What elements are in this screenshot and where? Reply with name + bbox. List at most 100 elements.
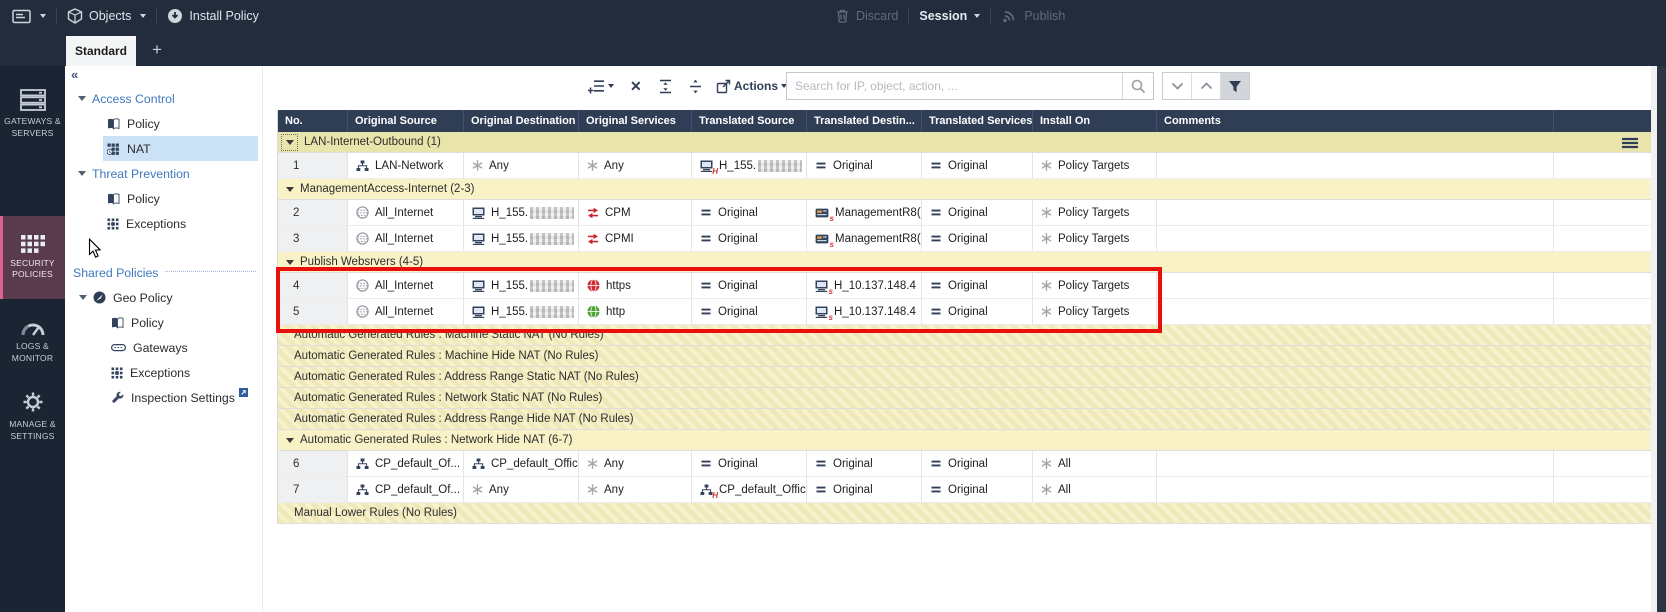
comments-cell[interactable] bbox=[1157, 477, 1554, 502]
expander-triangle-icon[interactable] bbox=[79, 295, 87, 300]
add-rule-button[interactable] bbox=[587, 72, 614, 100]
tree-item-policy[interactable]: Policy bbox=[65, 111, 258, 136]
section-row-automatic-generated-rules-address-range-static-nat-no-rules[interactable]: Automatic Generated Rules : Address Rang… bbox=[278, 367, 1652, 388]
section-row-publish-websrvers-4-5[interactable]: Publish Websrvers (4-5) bbox=[278, 252, 1652, 273]
rule-cell[interactable]: http bbox=[579, 299, 692, 324]
app-menu-button[interactable] bbox=[12, 9, 46, 24]
section-row-automatic-generated-rules-machine-static-nat-no-rules[interactable]: Automatic Generated Rules : Machine Stat… bbox=[278, 325, 1652, 346]
previous-match-button[interactable] bbox=[1192, 73, 1221, 99]
section-row-automatic-generated-rules-address-range-hide-nat-no-rules[interactable]: Automatic Generated Rules : Address Rang… bbox=[278, 409, 1652, 430]
rule-row-7[interactable]: 7 CP_default_Of... Any Any H CP_default_Offic… bbox=[278, 477, 1652, 503]
tree-item-threat-prevention[interactable]: Threat Prevention bbox=[65, 161, 258, 186]
tree-item-inspection-settings[interactable]: Inspection Settings bbox=[65, 385, 258, 410]
comments-cell[interactable] bbox=[1157, 226, 1554, 251]
sidebar-item-logs-monitor[interactable]: LOGS & MONITOR bbox=[0, 310, 65, 374]
rule-cell[interactable]: Any bbox=[464, 477, 579, 502]
rule-number-cell[interactable]: 5 bbox=[278, 299, 348, 324]
publish-button[interactable]: Publish bbox=[1001, 8, 1065, 24]
rule-cell[interactable]: Original bbox=[692, 226, 807, 251]
rule-cell[interactable]: Original bbox=[692, 273, 807, 298]
rule-cell[interactable]: Original bbox=[922, 299, 1033, 324]
tree-item-exceptions[interactable]: Exceptions bbox=[65, 360, 258, 385]
column-header-translated-source[interactable]: Translated Source bbox=[692, 110, 807, 132]
section-expander-icon[interactable] bbox=[286, 186, 294, 192]
section-row-automatic-generated-rules-machine-hide-nat-no-rules[interactable]: Automatic Generated Rules : Machine Hide… bbox=[278, 346, 1652, 367]
section-row-lan-internet-outbound-1[interactable]: LAN-Internet-Outbound (1) bbox=[278, 132, 1652, 153]
discard-button[interactable]: Discard bbox=[835, 8, 898, 24]
empty-cell[interactable] bbox=[1554, 200, 1652, 225]
rule-cell[interactable]: Any bbox=[579, 153, 692, 178]
comments-cell[interactable] bbox=[1157, 299, 1554, 324]
rule-cell[interactable]: All_Internet bbox=[348, 226, 464, 251]
column-header-no[interactable]: No. bbox=[278, 110, 348, 132]
comments-cell[interactable] bbox=[1157, 200, 1554, 225]
rule-cell[interactable]: Original bbox=[922, 153, 1033, 178]
comments-cell[interactable] bbox=[1157, 153, 1554, 178]
rule-row-3[interactable]: 3 All_Internet H_155. CPMI Original s Manageme… bbox=[278, 226, 1652, 252]
empty-cell[interactable] bbox=[1554, 299, 1652, 324]
section-expander-icon[interactable] bbox=[285, 139, 294, 145]
rule-cell[interactable]: Original bbox=[692, 299, 807, 324]
section-row-automatic-generated-rules-network-static-nat-no-rules[interactable]: Automatic Generated Rules : Network Stat… bbox=[278, 388, 1652, 409]
filter-button[interactable] bbox=[1221, 73, 1249, 99]
sidebar-item-gateways-servers[interactable]: GATEWAYS & SERVERS bbox=[0, 80, 65, 148]
rule-cell[interactable]: Any bbox=[579, 451, 692, 476]
rule-cell[interactable]: Policy Targets bbox=[1033, 153, 1157, 178]
expand-sections-button[interactable] bbox=[658, 72, 673, 100]
empty-cell[interactable] bbox=[1554, 226, 1652, 251]
tree-item-policy[interactable]: Policy bbox=[65, 310, 258, 335]
expander-triangle-icon[interactable] bbox=[78, 171, 86, 176]
rule-cell[interactable]: All_Internet bbox=[348, 200, 464, 225]
tab-standard[interactable]: Standard bbox=[66, 36, 136, 66]
rule-cell[interactable]: Any bbox=[579, 477, 692, 502]
search-input[interactable] bbox=[787, 73, 1122, 99]
rule-row-1[interactable]: 1 LAN-Network Any Any H H_155. Original Origina… bbox=[278, 153, 1652, 179]
rule-cell[interactable]: Policy Targets bbox=[1033, 226, 1157, 251]
rule-cell[interactable]: H_155. bbox=[464, 226, 579, 251]
rule-cell[interactable]: CPMI bbox=[579, 226, 692, 251]
section-expander-focus-box[interactable] bbox=[281, 133, 298, 151]
rule-cell[interactable]: H_155. bbox=[464, 273, 579, 298]
rule-cell[interactable]: All_Internet bbox=[348, 299, 464, 324]
rule-number-cell[interactable]: 3 bbox=[278, 226, 348, 251]
collapse-sections-button[interactable] bbox=[688, 72, 703, 100]
rule-cell[interactable]: Original bbox=[922, 477, 1033, 502]
rule-cell[interactable]: Original bbox=[807, 451, 922, 476]
rule-cell[interactable]: Policy Targets bbox=[1033, 273, 1157, 298]
objects-menu-button[interactable]: Objects bbox=[67, 8, 147, 24]
rule-cell[interactable]: Policy Targets bbox=[1033, 299, 1157, 324]
column-header-original-destination[interactable]: Original Destination bbox=[464, 110, 579, 132]
rule-cell[interactable]: CP_default_Offic bbox=[464, 451, 579, 476]
tree-item-access-control[interactable]: Access Control bbox=[65, 86, 258, 111]
tree-item-policy[interactable]: Policy bbox=[65, 186, 258, 211]
rule-cell[interactable]: LAN-Network bbox=[348, 153, 464, 178]
rule-cell[interactable]: Original bbox=[807, 153, 922, 178]
expander-triangle-icon[interactable] bbox=[78, 96, 86, 101]
tree-item-gateways[interactable]: Gateways bbox=[65, 335, 258, 360]
column-header-install-on[interactable]: Install On bbox=[1033, 110, 1157, 132]
rule-cell[interactable]: CP_default_Of... bbox=[348, 451, 464, 476]
rule-cell[interactable]: Policy Targets bbox=[1033, 200, 1157, 225]
rule-cell[interactable]: Original bbox=[922, 451, 1033, 476]
section-row-managementaccess-internet-2-3[interactable]: ManagementAccess-Internet (2-3) bbox=[278, 179, 1652, 200]
rule-cell[interactable]: H_155. bbox=[464, 299, 579, 324]
section-expander-icon[interactable] bbox=[286, 259, 294, 265]
rule-cell[interactable]: All bbox=[1033, 477, 1157, 502]
rule-cell[interactable]: H H_155. bbox=[692, 153, 807, 178]
rule-cell[interactable]: Original bbox=[807, 477, 922, 502]
rule-row-6[interactable]: 6 CP_default_Of... CP_default_Offic Any Orig… bbox=[278, 451, 1652, 477]
sidebar-item-manage-settings[interactable]: MANAGE & SETTINGS bbox=[0, 384, 65, 448]
delete-rule-button[interactable]: ✕ bbox=[630, 72, 642, 100]
empty-cell[interactable] bbox=[1554, 477, 1652, 502]
rule-row-4[interactable]: 4 All_Internet H_155. https Original s H_10.13… bbox=[278, 273, 1652, 299]
column-header-comments[interactable]: Comments bbox=[1157, 110, 1554, 132]
tree-item-nat[interactable]: NAT bbox=[65, 136, 258, 161]
actions-menu-button[interactable]: Actions bbox=[716, 72, 788, 100]
section-expander-icon[interactable] bbox=[286, 437, 294, 443]
rule-cell[interactable]: s H_10.137.148.4 bbox=[807, 273, 922, 298]
section-menu-icon[interactable] bbox=[1622, 137, 1638, 149]
rule-cell[interactable]: All bbox=[1033, 451, 1157, 476]
rule-cell[interactable]: Original bbox=[692, 451, 807, 476]
rule-number-cell[interactable]: 4 bbox=[278, 273, 348, 298]
tree-item-geo-policy[interactable]: Geo Policy bbox=[65, 285, 258, 310]
